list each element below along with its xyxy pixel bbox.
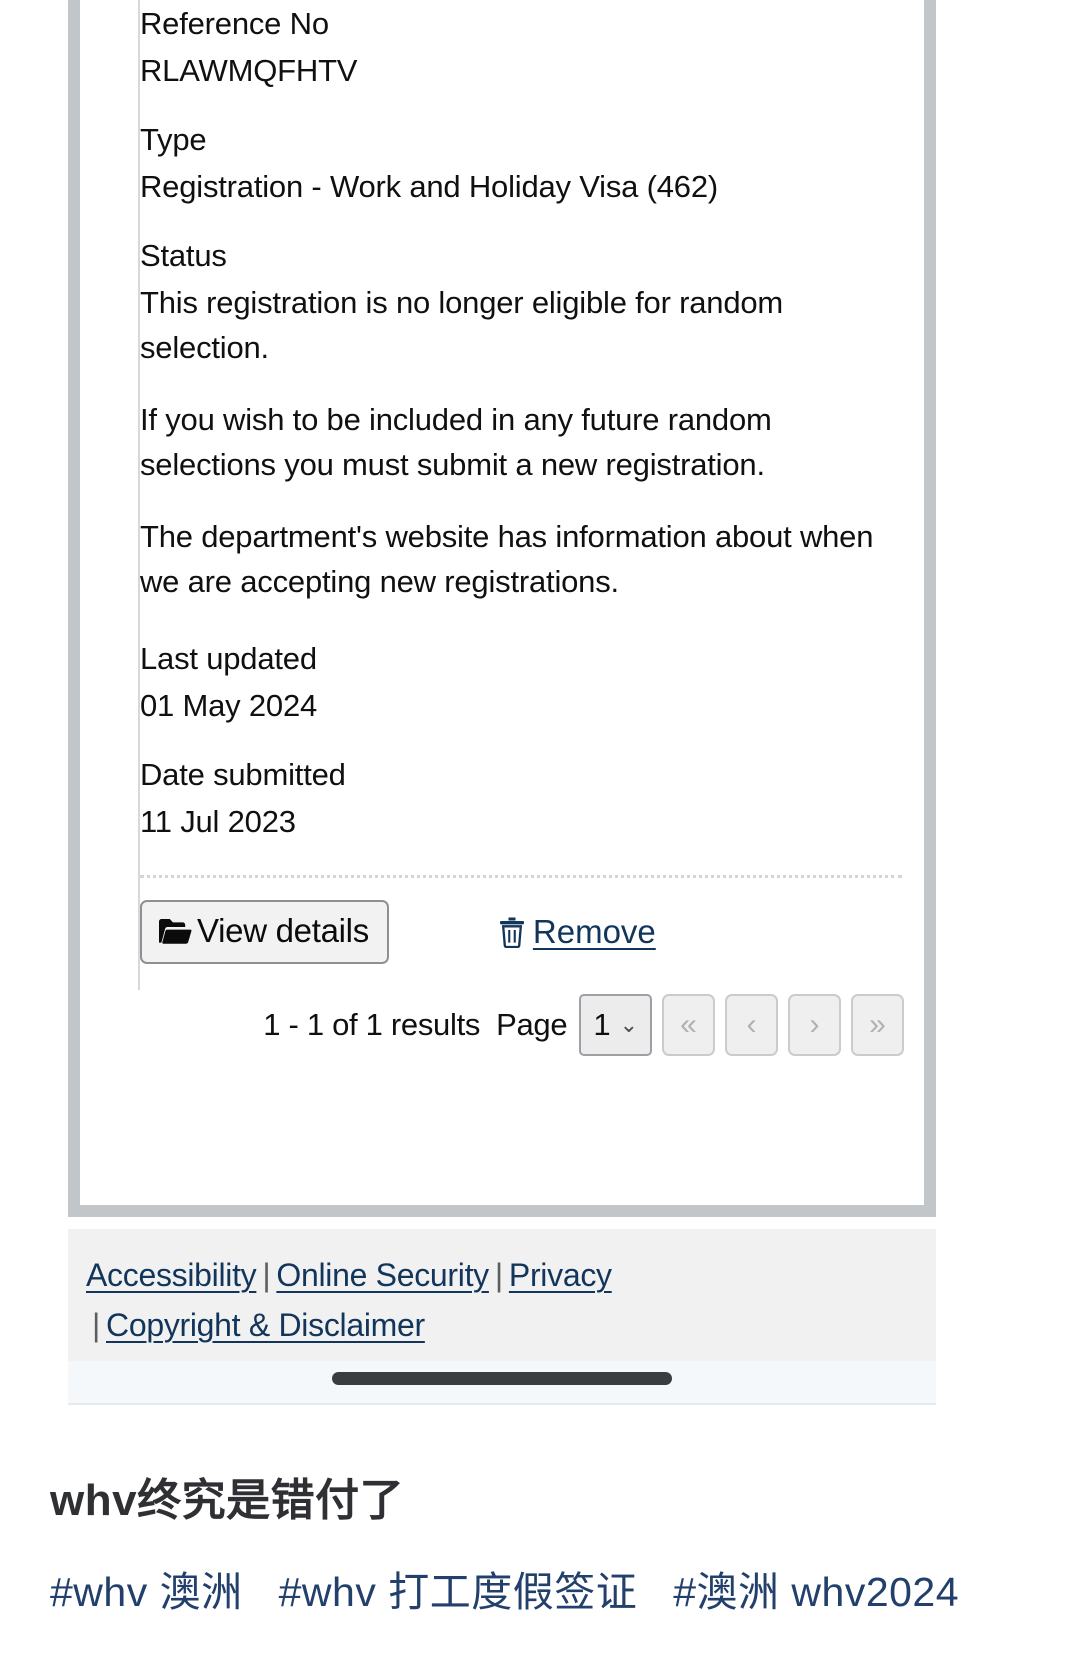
action-row: View details Remove [140,878,910,990]
post-title: whv终究是错付了 [50,1476,405,1525]
hashtag[interactable]: #whv 打工度假签证 [279,1569,638,1615]
page-number-select[interactable]: 1 ⌄ [579,994,652,1057]
results-count: 1 - 1 of 1 results [263,1007,481,1043]
reference-no-value: RLAWMQFHTV [140,53,358,89]
trash-icon [499,916,525,949]
page-number-value: 1 [593,1007,611,1043]
pagination-bar: 1 - 1 of 1 results Page 1 ⌄ « ‹ › » [80,990,924,1057]
home-indicator-bar [332,1372,672,1385]
last-updated-value: 01 May 2024 [140,688,318,724]
status-label: Status [140,238,227,274]
footer-separator: | [262,1257,271,1293]
embedded-screenshot: Reference No RLAWMQFHTV Type Registratio… [0,0,1080,1429]
view-details-button[interactable]: View details [140,900,389,965]
status-paragraph: If you wish to be included in any future… [140,401,772,483]
phone-screenshot-frame: Reference No RLAWMQFHTV Type Registratio… [68,0,936,1217]
registration-result-item: Reference No RLAWMQFHTV Type Registratio… [80,0,910,991]
first-page-button[interactable]: « [662,994,715,1057]
footer-link-online-security[interactable]: Online Security [276,1257,489,1293]
site-footer: Accessibility | Online Security | Privacy | C… [68,1229,936,1361]
status-paragraph: This registration is no longer eligible … [140,284,784,366]
home-indicator-strip [68,1361,936,1405]
registration-results-card: Reference No RLAWMQFHTV Type Registratio… [80,0,924,1205]
post-caption-area: whv终究是错付了 #whv 澳洲 #whv 打工度假签证 #澳洲 whv2024 [0,1429,1080,1670]
type-label: Type [140,122,207,158]
footer-link-accessibility[interactable]: Accessibility [86,1257,257,1293]
footer-links-line-2: | Copyright & Disclaimer [86,1301,936,1351]
type-value: Registration - Work and Holiday Visa (46… [140,169,718,205]
hashtag[interactable]: #澳洲 whv2024 [673,1569,959,1615]
previous-page-button[interactable]: ‹ [725,994,778,1057]
post-hashtags: #whv 澳洲 #whv 打工度假签证 #澳洲 whv2024 [50,1568,1030,1617]
next-page-button[interactable]: › [788,994,841,1057]
hashtag[interactable]: #whv 澳洲 [50,1569,243,1615]
footer-links-line-1: Accessibility | Online Security | Privacy [86,1251,936,1301]
last-updated-label: Last updated [140,640,317,676]
footer-link-copyright-disclaimer[interactable]: Copyright & Disclaimer [106,1307,425,1343]
date-submitted-value: 11 Jul 2023 [140,804,296,840]
footer-separator: | [494,1257,503,1293]
remove-label: Remove [532,913,656,951]
footer-link-privacy[interactable]: Privacy [509,1257,612,1293]
open-folder-icon [158,917,192,945]
reference-no-label: Reference No [140,6,329,41]
status-paragraph: The department's website has information… [140,518,874,600]
remove-link[interactable]: Remove [499,913,656,951]
footer-separator: | [92,1306,101,1343]
last-page-button[interactable]: » [851,994,904,1057]
date-submitted-label: Date submitted [140,757,346,793]
view-details-label: View details [197,912,369,950]
chevron-down-icon: ⌄ [619,1012,638,1038]
page-word: Page [496,1007,568,1043]
